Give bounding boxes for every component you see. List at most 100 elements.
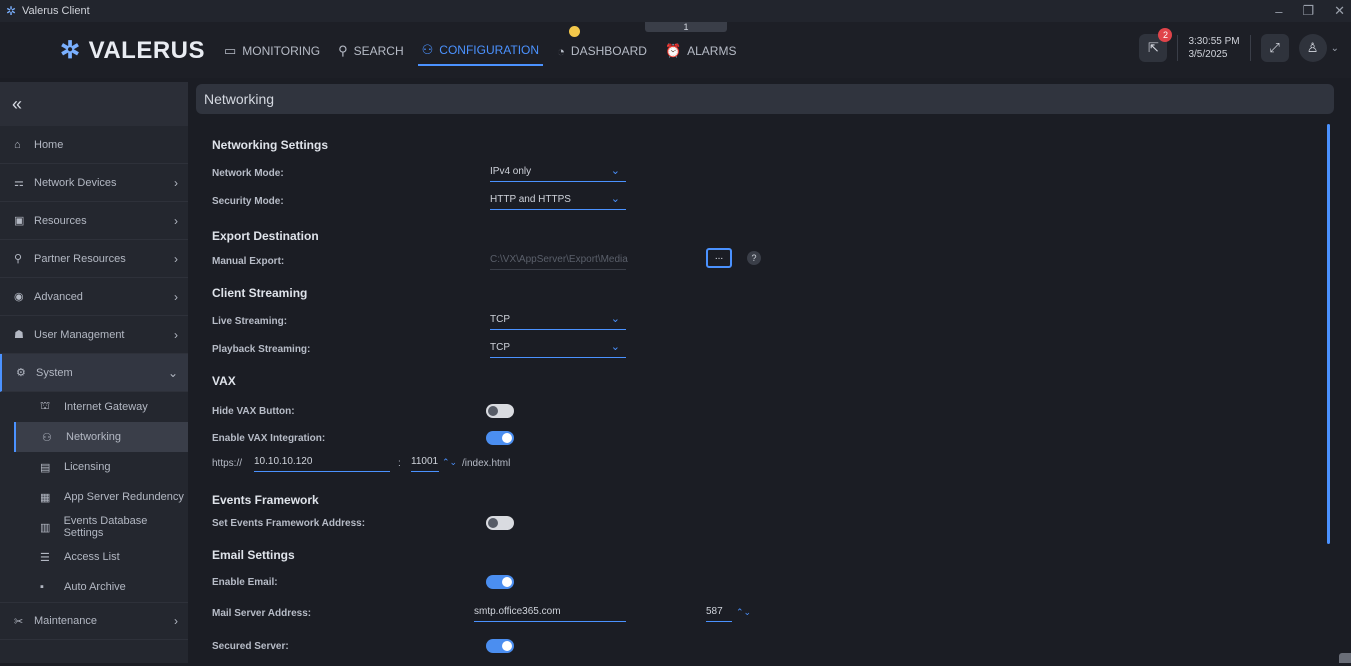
brand-name: VALERUS bbox=[89, 37, 205, 65]
nav-label: CONFIGURATION bbox=[439, 43, 539, 57]
hide-vax-toggle[interactable] bbox=[486, 404, 514, 418]
port-spinner-icon[interactable]: ⌃⌄ bbox=[442, 457, 457, 468]
nav-label: MONITORING bbox=[242, 44, 320, 58]
secured-server-toggle[interactable] bbox=[486, 639, 514, 653]
secured-server-label: Secured Server: bbox=[212, 641, 289, 652]
mail-server-label: Mail Server Address: bbox=[212, 608, 311, 619]
corner-resize-handle[interactable] bbox=[1339, 653, 1351, 663]
vax-protocol: https:// bbox=[212, 458, 242, 469]
manual-export-path-field[interactable]: C:\VX\AppServer\Export\Media bbox=[490, 252, 626, 270]
port-spinner-icon[interactable]: ⌃⌄ bbox=[736, 607, 751, 618]
enable-vax-label: Enable VAX Integration: bbox=[212, 433, 325, 444]
security-mode-select[interactable]: HTTP and HTTPS ⌄ bbox=[490, 192, 626, 210]
licensing-icon: ▤ bbox=[40, 461, 64, 474]
playback-streaming-value: TCP bbox=[490, 342, 510, 353]
sidebar-subitem-access-list[interactable]: ☰ Access List bbox=[0, 542, 188, 572]
enable-email-toggle[interactable] bbox=[486, 575, 514, 589]
security-mode-label: Security Mode: bbox=[212, 196, 284, 207]
live-streaming-value: TCP bbox=[490, 314, 510, 325]
playback-streaming-select[interactable]: TCP ⌄ bbox=[490, 340, 626, 358]
section-title-export-destination: Export Destination bbox=[212, 229, 319, 243]
enable-vax-toggle[interactable] bbox=[486, 431, 514, 445]
sidebar-item-network-devices[interactable]: ⚎ Network Devices › bbox=[0, 164, 188, 202]
toggle-knob bbox=[488, 406, 498, 416]
mail-server-field[interactable]: smtp.office365.com bbox=[474, 604, 626, 622]
valerus-logo-icon: ✲ bbox=[60, 36, 81, 65]
close-icon[interactable]: ✕ bbox=[1334, 3, 1345, 19]
help-button[interactable]: ? bbox=[747, 251, 761, 265]
sidebar-item-system[interactable]: ⚙ System ⌄ bbox=[0, 354, 188, 392]
live-streaming-select[interactable]: TCP ⌄ bbox=[490, 312, 626, 330]
database-icon: ▥ bbox=[40, 521, 64, 534]
nav-label: ALARMS bbox=[687, 44, 736, 58]
server-icon: ▦ bbox=[40, 491, 64, 504]
sidebar-subitem-label: Events Database Settings bbox=[64, 515, 188, 539]
user-menu[interactable]: ♙ ⌄ bbox=[1299, 34, 1339, 62]
nav-search[interactable]: ⚲ SEARCH bbox=[334, 40, 408, 66]
window-title: Valerus Client bbox=[22, 5, 90, 17]
manual-export-label: Manual Export: bbox=[212, 256, 284, 267]
network-mode-select[interactable]: IPv4 only ⌄ bbox=[490, 164, 626, 182]
monitor-icon: ▭ bbox=[224, 43, 236, 59]
sidebar-item-advanced[interactable]: ◉ Advanced › bbox=[0, 278, 188, 316]
home-icon: ⌂ bbox=[14, 139, 34, 151]
chevron-down-icon: ⌄ bbox=[611, 192, 620, 205]
sidebar-subitem-licensing[interactable]: ▤ Licensing bbox=[0, 452, 188, 482]
live-streaming-label: Live Streaming: bbox=[212, 316, 287, 327]
browse-button[interactable]: ... bbox=[706, 248, 732, 268]
vertical-scrollbar[interactable] bbox=[1327, 124, 1330, 544]
collapse-sidebar-button[interactable]: « bbox=[0, 82, 188, 126]
minimize-icon[interactable]: – bbox=[1275, 4, 1282, 19]
configuration-icon: ⚇ bbox=[422, 42, 434, 58]
vax-port-field[interactable]: 11001 bbox=[411, 454, 439, 472]
toggle-knob bbox=[502, 641, 512, 651]
sidebar-subitem-label: Access List bbox=[64, 551, 120, 563]
window-titlebar: ✲ Valerus Client – ❐ ✕ bbox=[0, 0, 1351, 22]
sidebar-item-label: Home bbox=[34, 139, 63, 151]
section-title-vax: VAX bbox=[212, 374, 236, 388]
tab-number-indicator[interactable]: 1 bbox=[645, 22, 727, 32]
advanced-icon: ◉ bbox=[14, 290, 34, 303]
chevron-right-icon: › bbox=[174, 252, 178, 266]
events-framework-toggle[interactable] bbox=[486, 516, 514, 530]
nav-monitoring[interactable]: ▭ MONITORING bbox=[220, 40, 324, 66]
sidebar-subitem-label: Networking bbox=[66, 431, 121, 443]
sidebar-item-maintenance[interactable]: ✂ Maintenance › bbox=[0, 602, 188, 640]
nav-alarms[interactable]: ⏰ ALARMS bbox=[661, 40, 741, 66]
brand-logo: ✲ VALERUS bbox=[60, 36, 205, 65]
sidebar-item-resources[interactable]: ▣ Resources › bbox=[0, 202, 188, 240]
sidebar-subitem-app-server-redundancy[interactable]: ▦ App Server Redundency bbox=[0, 482, 188, 512]
playback-streaming-label: Playback Streaming: bbox=[212, 344, 310, 355]
sidebar-subitem-internet-gateway[interactable]: ⛫ Internet Gateway bbox=[0, 392, 188, 422]
top-navigation-bar: ✲ VALERUS 1 ▭ MONITORING ⚲ SEARCH ⚇ CONF… bbox=[0, 22, 1351, 78]
sidebar-subitem-auto-archive[interactable]: ▪ Auto Archive bbox=[0, 572, 188, 602]
sidebar-subitem-networking[interactable]: ⚇ Networking bbox=[14, 422, 188, 452]
archive-icon: ▪ bbox=[40, 581, 64, 593]
chevron-right-icon: › bbox=[174, 614, 178, 628]
network-mode-label: Network Mode: bbox=[212, 168, 284, 179]
gear-icon: ⚙ bbox=[16, 366, 36, 379]
sidebar-item-home[interactable]: ⌂ Home bbox=[0, 126, 188, 164]
nav-label: DASHBOARD bbox=[571, 44, 647, 58]
nav-dashboard[interactable]: ◔ DASHBOARD bbox=[553, 40, 651, 66]
toggle-knob bbox=[502, 577, 512, 587]
fullscreen-button[interactable]: ⤢ bbox=[1261, 34, 1289, 62]
sidebar-subitem-events-database-settings[interactable]: ▥ Events Database Settings bbox=[0, 512, 188, 542]
sidebar-subitem-label: Auto Archive bbox=[64, 581, 126, 593]
mail-port-field[interactable]: 587 bbox=[706, 604, 732, 622]
enable-email-label: Enable Email: bbox=[212, 577, 278, 588]
vax-host-field[interactable]: 10.10.10.120 bbox=[254, 454, 390, 472]
vax-colon: : bbox=[398, 458, 401, 469]
toggle-knob bbox=[488, 518, 498, 528]
sidebar: « ⌂ Home ⚎ Network Devices › ▣ Resources… bbox=[0, 82, 188, 663]
chevron-down-icon: ⌄ bbox=[611, 312, 620, 325]
gateway-icon: ⛫ bbox=[40, 400, 64, 414]
sidebar-item-user-management[interactable]: ☗ User Management › bbox=[0, 316, 188, 354]
nav-configuration[interactable]: ⚇ CONFIGURATION bbox=[418, 40, 543, 66]
export-notifications-button[interactable]: ⇱ 2 bbox=[1139, 34, 1167, 62]
chevron-down-icon: ⌄ bbox=[611, 340, 620, 353]
restore-icon[interactable]: ❐ bbox=[1302, 3, 1314, 19]
events-framework-label: Set Events Framework Address: bbox=[212, 518, 365, 529]
app-logo-icon: ✲ bbox=[0, 4, 22, 18]
sidebar-item-partner-resources[interactable]: ⚲ Partner Resources › bbox=[0, 240, 188, 278]
